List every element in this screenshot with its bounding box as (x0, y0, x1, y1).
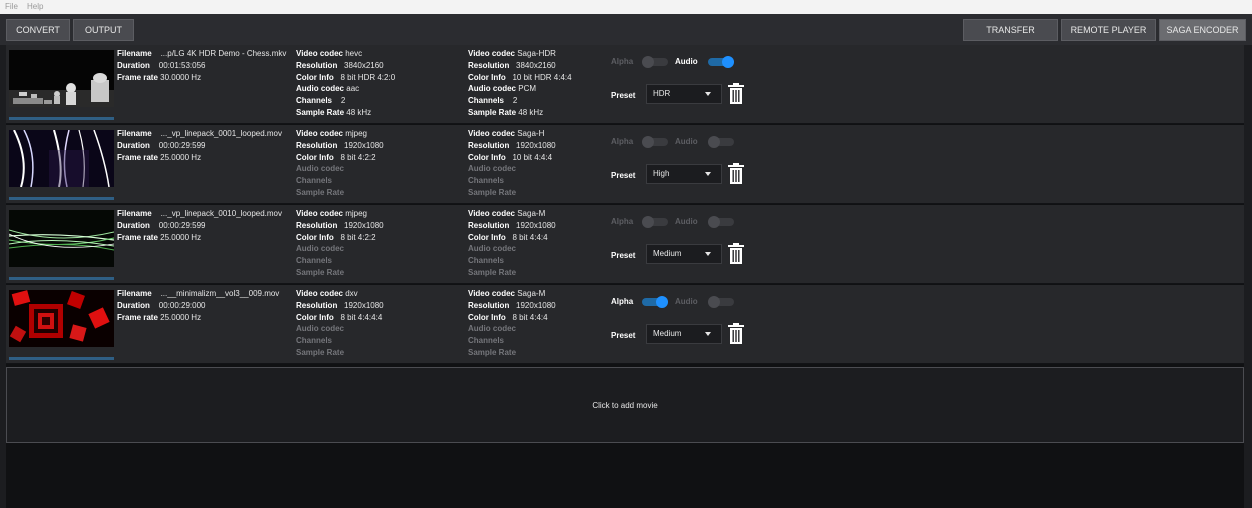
alpha-toggle[interactable] (642, 56, 668, 68)
saga-encoder-button[interactable]: SAGA ENCODER (1159, 19, 1246, 41)
preset-dropdown[interactable]: Medium (646, 244, 722, 264)
convert-button[interactable]: CONVERT (6, 19, 70, 41)
source-file-info: Filename ..._vp_linepack_0010_looped.mov… (117, 209, 282, 242)
target-codec-info: Video codec Saga-M Resolution 1920x1080 … (468, 289, 556, 357)
preset-label: Preset (611, 171, 636, 180)
chevron-down-icon (705, 92, 711, 96)
movie-thumbnail (9, 50, 114, 107)
movie-thumbnail (9, 210, 114, 267)
movie-row[interactable]: Filename ..._vp_linepack_0001_looped.mov… (6, 125, 1244, 204)
movie-row[interactable]: Filename ...__minimalizm__vol3__009.mov … (6, 285, 1244, 364)
audio-label: Audio (675, 137, 698, 146)
alpha-label: Alpha (611, 217, 634, 226)
app-window: CONVERT OUTPUT TRANSFER REMOTE PLAYER SA… (0, 14, 1252, 508)
add-movie-area[interactable]: Click to add movie (6, 367, 1244, 443)
alpha-label: Alpha (611, 57, 634, 66)
preset-label: Preset (611, 331, 636, 340)
output-button[interactable]: OUTPUT (73, 19, 134, 41)
alpha-label: Alpha (611, 297, 634, 306)
alpha-toggle[interactable] (642, 296, 668, 308)
preset-dropdown[interactable]: HDR (646, 84, 722, 104)
source-codec-info: Video codec hevc Resolution 3840x2160 Co… (296, 49, 396, 117)
audio-toggle[interactable] (708, 56, 734, 68)
audio-toggle[interactable] (708, 296, 734, 308)
trash-icon[interactable] (727, 163, 745, 185)
alpha-label: Alpha (611, 137, 634, 146)
trash-icon[interactable] (727, 243, 745, 265)
source-codec-info: Video codec dxv Resolution 1920x1080 Col… (296, 289, 384, 357)
remote-player-button[interactable]: REMOTE PLAYER (1061, 19, 1156, 41)
source-file-info: Filename ...__minimalizm__vol3__009.mov … (117, 289, 280, 322)
movie-row[interactable]: Filename ..._vp_linepack_0010_looped.mov… (6, 205, 1244, 284)
chevron-down-icon (705, 252, 711, 256)
add-movie-label: Click to add movie (592, 400, 658, 410)
movie-thumbnail (9, 130, 114, 187)
alpha-toggle[interactable] (642, 216, 668, 228)
toolbar: CONVERT OUTPUT TRANSFER REMOTE PLAYER SA… (0, 14, 1252, 45)
audio-toggle[interactable] (708, 216, 734, 228)
alpha-toggle[interactable] (642, 136, 668, 148)
progress-bar (9, 197, 114, 200)
movie-thumbnail (9, 290, 114, 347)
source-codec-info: Video codec mjpeg Resolution 1920x1080 C… (296, 129, 384, 197)
chevron-down-icon (705, 332, 711, 336)
progress-bar (9, 277, 114, 280)
menu-help[interactable]: Help (27, 2, 43, 11)
transfer-button[interactable]: TRANSFER (963, 19, 1058, 41)
progress-bar (9, 117, 114, 120)
chevron-down-icon (705, 172, 711, 176)
target-codec-info: Video codec Saga-M Resolution 1920x1080 … (468, 209, 556, 277)
trash-icon[interactable] (727, 83, 745, 105)
preset-label: Preset (611, 91, 636, 100)
audio-toggle[interactable] (708, 136, 734, 148)
target-codec-info: Video codec Saga-H Resolution 1920x1080 … (468, 129, 556, 197)
menu-file[interactable]: File (5, 2, 18, 11)
audio-label: Audio (675, 297, 698, 306)
menu-bar: File Help (0, 0, 1252, 14)
preset-dropdown[interactable]: Medium (646, 324, 722, 344)
movie-list: Filename ...p/LG 4K HDR Demo - Chess.mkv… (6, 45, 1244, 508)
audio-label: Audio (675, 217, 698, 226)
source-file-info: Filename ...p/LG 4K HDR Demo - Chess.mkv… (117, 49, 287, 82)
source-file-info: Filename ..._vp_linepack_0001_looped.mov… (117, 129, 282, 162)
target-codec-info: Video codec Saga-HDR Resolution 3840x216… (468, 49, 572, 117)
movie-row[interactable]: Filename ...p/LG 4K HDR Demo - Chess.mkv… (6, 45, 1244, 124)
trash-icon[interactable] (727, 323, 745, 345)
preset-dropdown[interactable]: High (646, 164, 722, 184)
source-codec-info: Video codec mjpeg Resolution 1920x1080 C… (296, 209, 384, 277)
audio-label: Audio (675, 57, 698, 66)
progress-bar (9, 357, 114, 360)
preset-label: Preset (611, 251, 636, 260)
